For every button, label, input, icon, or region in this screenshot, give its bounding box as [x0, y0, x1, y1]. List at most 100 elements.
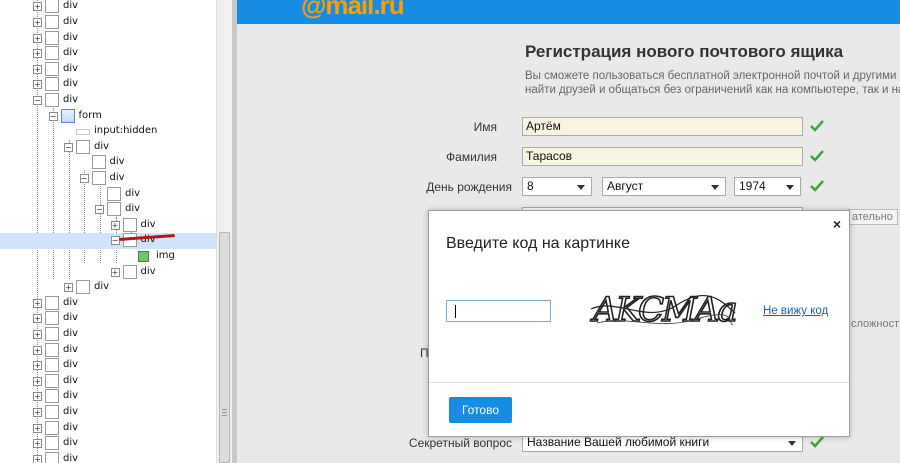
collapse-icon[interactable]: −: [95, 205, 104, 215]
expand-icon[interactable]: +: [33, 376, 42, 386]
tree-node[interactable]: − div: [0, 171, 216, 187]
expand-icon[interactable]: +: [33, 18, 42, 27]
tree-node[interactable]: + div: [0, 280, 216, 296]
chevron-down-icon: [788, 441, 796, 446]
element-node-icon: [76, 139, 90, 154]
tree-node[interactable]: + div: [0, 420, 216, 437]
element-node-icon: [107, 186, 121, 201]
tree-node[interactable]: + div: [0, 451, 216, 463]
tree-node[interactable]: div: [0, 186, 216, 203]
tree-node[interactable]: + div: [0, 342, 216, 359]
tree-node[interactable]: + div: [0, 358, 216, 374]
modal-title: Введите код на картинке: [446, 235, 630, 252]
expand-icon[interactable]: +: [33, 64, 42, 74]
collapse-icon[interactable]: −: [33, 96, 42, 105]
tree-node[interactable]: + div: [0, 405, 216, 421]
expand-icon[interactable]: +: [33, 392, 42, 402]
expand-icon[interactable]: +: [33, 454, 42, 463]
collapse-icon[interactable]: −: [79, 174, 89, 183]
tree-node[interactable]: + div: [0, 46, 216, 62]
tree-node[interactable]: + div: [0, 0, 216, 15]
tree-node[interactable]: img: [0, 249, 216, 265]
tree-node-label: div: [109, 156, 125, 168]
tree-node[interactable]: + div: [0, 77, 216, 93]
secret-question-value: Название Вашей любимой книги: [527, 435, 710, 449]
tree-scrollbar[interactable]: [216, 0, 232, 463]
tree-node[interactable]: input:hidden: [0, 124, 216, 140]
expand-icon[interactable]: +: [33, 80, 42, 90]
tree-node[interactable]: + div: [0, 61, 216, 78]
tree-node-label: div: [63, 359, 79, 371]
tree-node[interactable]: + div: [0, 217, 216, 234]
tree-node[interactable]: − form: [0, 108, 216, 125]
cant-see-code-link[interactable]: Не вижу код: [763, 305, 828, 317]
tree-node[interactable]: + div: [0, 327, 216, 343]
collapse-icon[interactable]: −: [64, 142, 73, 152]
tree-node[interactable]: + div: [0, 311, 216, 327]
expand-icon[interactable]: +: [33, 33, 42, 43]
tree-node[interactable]: − div: [0, 139, 216, 156]
element-node-icon: [45, 295, 59, 310]
tree-node[interactable]: − div: [0, 233, 216, 249]
expand-icon[interactable]: +: [33, 298, 42, 308]
expand-icon[interactable]: +: [33, 345, 42, 355]
element-node-icon: [45, 311, 59, 326]
last-name-field[interactable]: Тарасов: [522, 147, 803, 166]
expand-icon[interactable]: +: [33, 439, 42, 449]
close-icon[interactable]: ×: [833, 216, 841, 232]
captcha-modal: × Введите код на картинке AKCMAa Не вижу…: [428, 210, 850, 437]
description-line-2: найти друзей и общаться без ограничений …: [525, 84, 900, 96]
expand-icon[interactable]: +: [33, 361, 42, 371]
last-name-check-icon: [810, 150, 824, 162]
expand-icon[interactable]: +: [33, 2, 42, 12]
tree-node[interactable]: − div: [0, 93, 216, 109]
image-node-icon: [138, 251, 149, 262]
tree-node[interactable]: + div: [0, 436, 216, 452]
expand-icon[interactable]: +: [33, 330, 42, 339]
first-name-field[interactable]: Артём: [522, 117, 803, 136]
tree-node[interactable]: + div: [0, 15, 216, 31]
element-node-icon: [45, 420, 59, 435]
tree-node-label: div: [63, 16, 79, 27]
last-name-label: Фамилия: [446, 150, 497, 164]
hidden-right-button[interactable]: ательно: [847, 209, 898, 225]
tree-node-label: div: [63, 31, 79, 43]
expand-icon[interactable]: +: [110, 267, 120, 277]
expand-icon[interactable]: +: [33, 49, 42, 59]
tree-node[interactable]: + div: [0, 30, 216, 47]
birth-month-select[interactable]: Август: [602, 177, 726, 196]
collapse-icon[interactable]: −: [48, 111, 58, 121]
expand-icon[interactable]: +: [33, 423, 42, 433]
expand-icon[interactable]: +: [64, 283, 73, 293]
element-node-icon: [45, 436, 59, 451]
element-node-icon: [45, 61, 59, 76]
mailru-logo[interactable]: @mail.ru: [301, 0, 405, 21]
element-node-icon: [45, 0, 59, 14]
page-title: Регистрация нового почтового ящика: [525, 42, 844, 61]
element-node-icon: [45, 451, 59, 463]
captcha-input[interactable]: [446, 300, 551, 322]
birth-day-select[interactable]: 8: [522, 177, 592, 196]
tree-node-label: div: [140, 265, 156, 277]
tree-node[interactable]: + div: [0, 389, 216, 405]
element-node-icon: [45, 46, 59, 61]
expand-icon[interactable]: +: [33, 314, 42, 324]
birth-year-select[interactable]: 1974: [734, 177, 801, 196]
tree-scrollbar-thumb[interactable]: [219, 232, 230, 463]
tree-node[interactable]: − div: [0, 202, 216, 218]
tree-node-label: div: [94, 281, 110, 293]
tree-node-label: img: [156, 250, 175, 261]
done-button[interactable]: Готово: [449, 397, 512, 423]
tree-node[interactable]: + div: [0, 295, 216, 312]
element-node-icon: [45, 405, 59, 419]
tree-node[interactable]: + div: [0, 373, 216, 390]
expand-icon[interactable]: +: [110, 220, 120, 230]
tree-node-label: div: [125, 187, 141, 199]
tree-node[interactable]: + div: [0, 264, 216, 281]
expand-icon[interactable]: +: [33, 408, 42, 417]
birth-day-value: 8: [527, 179, 534, 193]
chevron-down-icon: [711, 185, 719, 190]
password-strength-label: сложност: [851, 318, 900, 330]
tree-node-label: div: [63, 296, 79, 308]
tree-node[interactable]: div: [0, 155, 216, 171]
